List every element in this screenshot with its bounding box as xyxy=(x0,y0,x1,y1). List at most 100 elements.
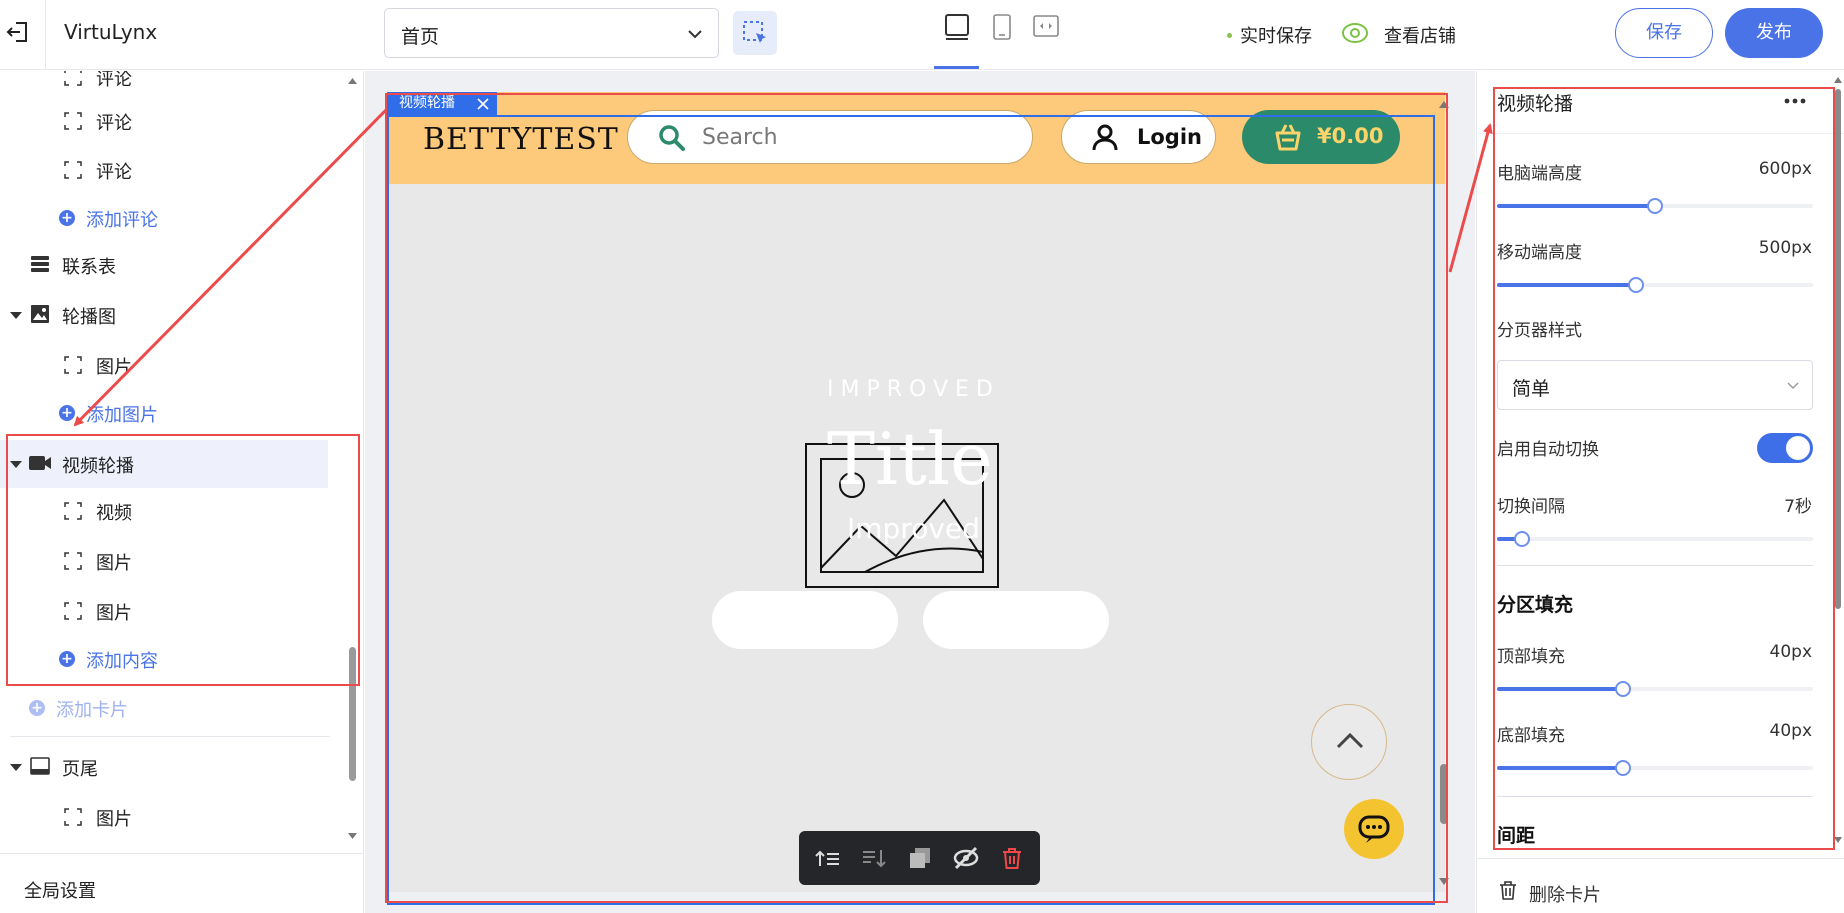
tree-item-label: 图片 xyxy=(96,553,132,574)
live-status-dot xyxy=(1227,33,1232,38)
tree-item-label: 轮播图 xyxy=(62,307,116,328)
app-title: VirtuLynx xyxy=(64,20,158,44)
save-button[interactable]: 保存 xyxy=(1615,8,1713,58)
tree-item-contact-form[interactable]: 联系表 xyxy=(0,245,330,285)
page-select-value: 首页 xyxy=(401,26,440,48)
select-tool-button[interactable] xyxy=(733,11,777,55)
tree-item-label: 联系表 xyxy=(62,257,116,278)
top-bar: VirtuLynx 首页 实时保存 查看店铺 保存 发布 xyxy=(0,0,1844,70)
spacing-section-heading: 间距 xyxy=(1497,825,1536,847)
tree-item-video-carousel[interactable]: 视频轮播 xyxy=(0,440,328,488)
canvas-scrollbar[interactable] xyxy=(1437,92,1451,892)
divider xyxy=(10,736,330,737)
selected-block-tag[interactable]: 视频轮播 xyxy=(387,92,497,115)
frame-icon xyxy=(64,356,82,374)
chevron-down-icon xyxy=(688,30,702,39)
bottom-padding-slider[interactable] xyxy=(1497,759,1813,777)
tree-item-video[interactable]: 视频 xyxy=(0,491,330,531)
image-icon xyxy=(31,305,49,323)
frame-icon xyxy=(64,808,82,826)
tree-item-label: 页尾 xyxy=(62,759,98,780)
interval-label: 切换间隔 xyxy=(1497,497,1565,517)
frame-icon xyxy=(64,112,82,130)
more-icon[interactable] xyxy=(1783,97,1807,105)
top-padding-value: 40px xyxy=(1769,642,1812,662)
tree-scrollbar[interactable] xyxy=(348,71,357,913)
plus-circle-icon: + xyxy=(59,405,75,421)
frame-icon xyxy=(64,552,82,570)
tree-item-comment[interactable]: 评论 xyxy=(0,101,330,141)
tree-item-image[interactable]: 图片 xyxy=(0,541,330,581)
tree-item-label: 视频轮播 xyxy=(62,456,134,477)
frame-icon xyxy=(64,602,82,620)
add-content-link[interactable]: + 添加内容 xyxy=(0,639,330,679)
add-image-link[interactable]: + 添加图片 xyxy=(0,393,330,433)
add-comment-link[interactable]: + 添加评论 xyxy=(0,198,330,238)
caret-down-icon[interactable] xyxy=(10,764,22,771)
tree-item-label: 评论 xyxy=(96,71,132,90)
tree-item-image[interactable]: 图片 xyxy=(0,797,330,837)
global-settings-link[interactable]: 全局设置 xyxy=(24,877,96,903)
mobile-height-slider[interactable] xyxy=(1497,276,1813,294)
tree-item-footer[interactable]: 页尾 xyxy=(0,747,330,787)
fit-icon xyxy=(1033,15,1059,37)
view-store-link[interactable]: 查看店铺 xyxy=(1384,22,1456,48)
selected-block-outline xyxy=(387,115,1435,905)
tree-item-label: 图片 xyxy=(96,809,132,830)
tree-item-label: 图片 xyxy=(96,603,132,624)
tree-item-comment[interactable]: 评论 xyxy=(0,71,330,97)
pager-style-label: 分页器样式 xyxy=(1497,321,1582,341)
video-icon xyxy=(29,456,51,470)
tree-item-label: 视频 xyxy=(96,503,132,524)
add-content-label: 添加内容 xyxy=(86,651,158,672)
pager-style-select[interactable]: 简单 xyxy=(1497,360,1813,410)
desktop-icon xyxy=(945,14,969,40)
page-select[interactable]: 首页 xyxy=(384,8,719,58)
tree-item-image[interactable]: 图片 xyxy=(0,591,330,631)
caret-down-icon[interactable] xyxy=(10,461,22,468)
add-card-link[interactable]: + 添加卡片 xyxy=(0,688,330,728)
delete-card-button[interactable]: 删除卡片 xyxy=(1529,881,1601,907)
desktop-height-value: 600px xyxy=(1758,159,1812,179)
chevron-down-icon xyxy=(1787,382,1799,390)
settings-panel: 视频轮播 电脑端高度 600px 移动端高度 500px 分页器样式 简单 启用… xyxy=(1476,71,1844,913)
fit-view-button[interactable] xyxy=(1029,10,1063,44)
add-image-label: 添加图片 xyxy=(86,405,158,426)
top-padding-slider[interactable] xyxy=(1497,680,1813,698)
live-save-status: 实时保存 xyxy=(1240,26,1312,47)
section-tree-panel: 评论 评论 评论 + 添加评论 联系表 轮播图 图片 + 添加图片 视频轮播 视… xyxy=(0,71,364,913)
publish-button[interactable]: 发布 xyxy=(1725,8,1823,58)
bottom-padding-label: 底部填充 xyxy=(1497,726,1565,746)
add-comment-label: 添加评论 xyxy=(86,210,158,231)
exit-icon[interactable] xyxy=(4,18,32,46)
divider xyxy=(1497,565,1813,566)
autoplay-toggle[interactable] xyxy=(1757,433,1813,463)
tree-item-comment[interactable]: 评论 xyxy=(0,150,330,190)
pager-style-value: 简单 xyxy=(1512,378,1551,400)
tree-item-carousel[interactable]: 轮播图 xyxy=(0,295,330,335)
bottom-padding-value: 40px xyxy=(1769,721,1812,741)
footer-icon xyxy=(30,757,50,775)
interval-value: 7秒 xyxy=(1784,497,1812,517)
desktop-height-slider[interactable] xyxy=(1497,197,1813,215)
panel-title: 视频轮播 xyxy=(1497,93,1574,115)
tree-item-image[interactable]: 图片 xyxy=(0,345,330,385)
mobile-view-button[interactable] xyxy=(985,10,1019,44)
trash-icon xyxy=(1500,881,1516,900)
table-icon xyxy=(31,256,49,272)
frame-icon xyxy=(64,161,82,179)
close-icon[interactable] xyxy=(477,98,489,110)
block-tag-label: 视频轮播 xyxy=(399,95,455,111)
tree-item-label: 评论 xyxy=(96,162,132,183)
panel-scrollbar[interactable] xyxy=(1833,71,1843,851)
eye-icon[interactable] xyxy=(1340,18,1370,48)
desktop-view-button[interactable] xyxy=(940,10,974,44)
mobile-icon xyxy=(993,14,1011,40)
divider xyxy=(1477,133,1844,134)
divider xyxy=(0,853,363,854)
tree-item-label: 图片 xyxy=(96,357,132,378)
caret-down-icon[interactable] xyxy=(10,312,22,319)
add-card-label: 添加卡片 xyxy=(56,700,128,721)
top-padding-label: 顶部填充 xyxy=(1497,647,1565,667)
interval-slider[interactable] xyxy=(1497,530,1813,548)
